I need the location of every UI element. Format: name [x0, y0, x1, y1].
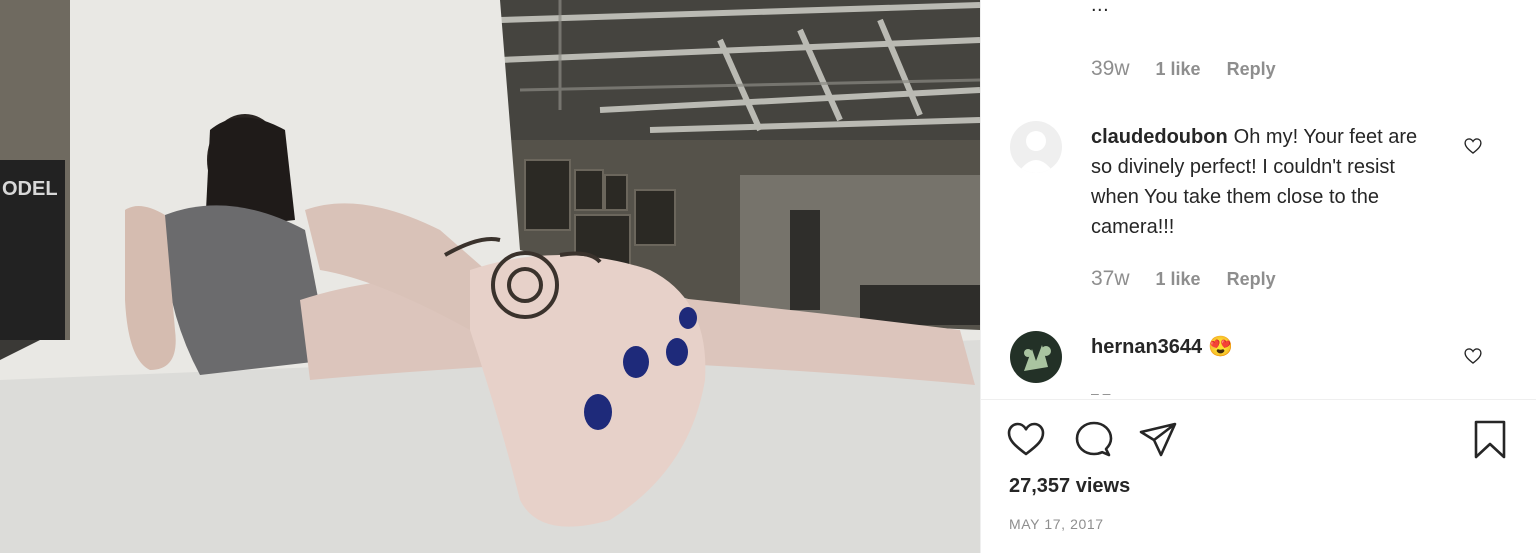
- user-avatar-image: [1010, 331, 1062, 383]
- post-sidebar: ... 39w 1 like Reply claudedoubon Oh my! …: [980, 0, 1536, 553]
- action-bar: [981, 418, 1536, 462]
- comment-likes[interactable]: 1 like: [1156, 269, 1201, 290]
- comment-username[interactable]: claudedoubon: [1091, 126, 1228, 148]
- view-count[interactable]: 27,357 views: [1009, 475, 1130, 498]
- more-indicator: – –: [1091, 385, 1111, 400]
- paper-plane-icon[interactable]: [1137, 418, 1179, 460]
- comment-meta: 37w 1 like Reply: [1091, 267, 1276, 291]
- heart-icon[interactable]: [1005, 418, 1047, 460]
- comment-time[interactable]: 37w: [1091, 267, 1130, 291]
- comment-username[interactable]: hernan3644: [1091, 336, 1202, 358]
- heart-eyes-emoji: 😍: [1208, 336, 1234, 358]
- clipped-comment-text: ...: [1091, 0, 1110, 16]
- comment: hernan3644 😍: [1091, 332, 1441, 362]
- comment: claudedoubon Oh my! Your feet are so divi…: [1091, 122, 1441, 242]
- avatar[interactable]: [1010, 121, 1062, 173]
- post-media[interactable]: ODEL: [0, 0, 980, 553]
- avatar[interactable]: [1010, 331, 1062, 383]
- heart-outline-icon[interactable]: [1463, 136, 1483, 156]
- reply-button[interactable]: Reply: [1227, 59, 1276, 80]
- bookmark-icon[interactable]: [1469, 418, 1511, 460]
- comment-bubble-icon[interactable]: [1073, 418, 1115, 460]
- comments-list[interactable]: ... 39w 1 like Reply claudedoubon Oh my! …: [981, 0, 1536, 400]
- comment-likes[interactable]: 1 like: [1156, 59, 1201, 80]
- default-avatar-icon: [1010, 121, 1062, 173]
- reply-button[interactable]: Reply: [1227, 269, 1276, 290]
- watermark-text: ODEL: [2, 178, 58, 200]
- heart-outline-icon[interactable]: [1463, 346, 1483, 366]
- divider: [981, 399, 1536, 400]
- comment-meta: 39w 1 like Reply: [1091, 57, 1276, 81]
- post-photo: ODEL: [0, 0, 980, 553]
- post-date[interactable]: MAY 17, 2017: [1009, 516, 1104, 532]
- comment-time[interactable]: 39w: [1091, 57, 1130, 81]
